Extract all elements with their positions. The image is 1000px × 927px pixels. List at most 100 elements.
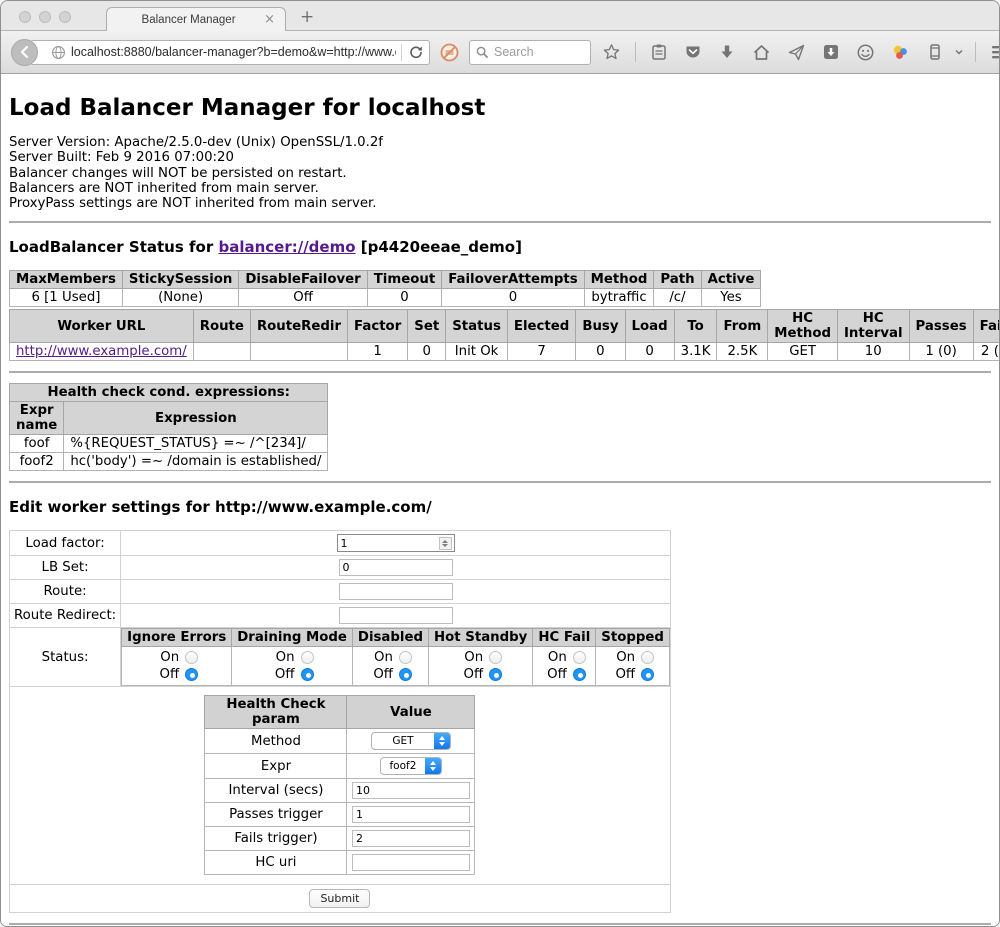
back-button[interactable] bbox=[11, 39, 38, 66]
hc-row-expr: Expr foof2 bbox=[205, 754, 475, 779]
method-select[interactable]: GET bbox=[371, 732, 451, 750]
col-stopped: Stopped bbox=[596, 629, 670, 647]
radio-ignore-errors-on[interactable] bbox=[185, 651, 198, 664]
radio-disabled-on[interactable] bbox=[399, 651, 412, 664]
cell-timeout: 0 bbox=[367, 289, 441, 307]
menu-button[interactable] bbox=[985, 44, 1000, 60]
radio-hot-standby-on[interactable] bbox=[489, 651, 502, 664]
divider bbox=[9, 371, 991, 373]
col-factor: Factor bbox=[348, 310, 408, 343]
worker-url-link[interactable]: http://www.example.com/ bbox=[16, 344, 187, 359]
search-input[interactable] bbox=[494, 45, 584, 59]
minimize-window-button[interactable] bbox=[39, 11, 51, 23]
color-palette-button[interactable] bbox=[886, 43, 915, 62]
radio-stopped-on[interactable] bbox=[641, 651, 654, 664]
loadbalancer-status-heading: LoadBalancer Status for balancer://demo … bbox=[9, 238, 991, 256]
method-selected-value: GET bbox=[372, 735, 434, 747]
passes-label: Passes trigger bbox=[205, 803, 347, 827]
reload-icon bbox=[409, 45, 423, 59]
feedback-smiley-button[interactable] bbox=[851, 43, 880, 62]
cell-expr-name: foof bbox=[10, 435, 64, 453]
search-bar[interactable] bbox=[469, 40, 591, 65]
radio-hc-fail-on[interactable] bbox=[573, 651, 586, 664]
load-factor-stepper[interactable]: 1 bbox=[337, 534, 455, 552]
radio-hot-standby-off[interactable] bbox=[489, 668, 502, 681]
form-row-route: Route: bbox=[10, 580, 671, 604]
cell-routeredir bbox=[250, 343, 347, 361]
reload-button[interactable] bbox=[407, 45, 429, 59]
col-hot-standby: Hot Standby bbox=[429, 629, 533, 647]
balancer-status-table: MaxMembers StickySession DisableFailover… bbox=[9, 270, 761, 307]
route-redirect-label: Route Redirect: bbox=[10, 604, 121, 628]
col-hc-interval: HC Interval bbox=[837, 310, 909, 343]
clipboard-icon bbox=[650, 43, 668, 61]
col-busy: Busy bbox=[576, 310, 625, 343]
tab-close-icon[interactable]: × bbox=[262, 13, 277, 26]
submit-button[interactable]: Submit bbox=[309, 889, 370, 908]
col-draining-mode: Draining Mode bbox=[232, 629, 353, 647]
server-info: Server Version: Apache/2.5.0-dev (Unix) … bbox=[9, 135, 991, 211]
radio-hc-fail-off[interactable] bbox=[573, 668, 586, 681]
divider bbox=[9, 481, 991, 483]
col-to: To bbox=[674, 310, 717, 343]
cell-stickysession: (None) bbox=[122, 289, 238, 307]
cell-expression: hc('body') =~ /domain is established/ bbox=[64, 453, 328, 471]
form-row-load-factor: Load factor: 1 bbox=[10, 531, 671, 556]
health-check-param-table: Health Check param Value Method GET bbox=[204, 695, 475, 875]
close-window-button[interactable] bbox=[19, 11, 31, 23]
col-passes: Passes bbox=[909, 310, 973, 343]
col-ignore-errors: Ignore Errors bbox=[122, 629, 232, 647]
interval-field[interactable] bbox=[352, 782, 470, 799]
url-bar[interactable]: localhost:8880/balancer-manager?b=demo&w… bbox=[30, 40, 430, 65]
tab-balancer-manager[interactable]: Balancer Manager × bbox=[106, 7, 286, 31]
hc-header-row: Health Check param Value bbox=[205, 696, 475, 729]
content-blocked-button[interactable] bbox=[440, 43, 459, 62]
radio-draining-mode-on[interactable] bbox=[301, 651, 314, 664]
device-sync-button[interactable] bbox=[921, 43, 949, 61]
hc-uri-field[interactable] bbox=[352, 854, 470, 871]
blocked-badge-icon bbox=[440, 43, 459, 62]
on-label: On bbox=[369, 649, 393, 666]
window-controls bbox=[19, 11, 71, 23]
fails-field[interactable] bbox=[352, 830, 470, 847]
passes-field[interactable] bbox=[352, 806, 470, 823]
bookmark-star-button[interactable] bbox=[597, 43, 626, 62]
maximize-window-button[interactable] bbox=[59, 11, 71, 23]
downloads-button[interactable] bbox=[713, 43, 741, 61]
lb-set-label: LB Set: bbox=[10, 556, 121, 580]
hamburger-icon bbox=[990, 44, 1000, 60]
home-button[interactable] bbox=[747, 43, 776, 62]
bookmarks-menu-button[interactable] bbox=[645, 43, 673, 61]
radio-draining-mode-off[interactable] bbox=[301, 668, 314, 681]
cell-maxmembers: 6 [1 Used] bbox=[10, 289, 123, 307]
cell-active: Yes bbox=[701, 289, 761, 307]
new-tab-button[interactable]: + bbox=[300, 9, 314, 26]
hc-row-fails: Fails trigger) bbox=[205, 827, 475, 851]
route-redirect-field[interactable] bbox=[339, 607, 453, 624]
expr-select[interactable]: foof2 bbox=[380, 757, 442, 775]
col-load: Load bbox=[625, 310, 674, 343]
panel-download-button[interactable] bbox=[817, 43, 845, 61]
pocket-button[interactable] bbox=[679, 43, 707, 61]
table-header-row: Worker URL Route RouteRedir Factor Set S… bbox=[10, 310, 1000, 343]
cell-to: 3.1K bbox=[674, 343, 717, 361]
url-input[interactable]: localhost:8880/balancer-manager?b=demo&w… bbox=[71, 45, 396, 59]
cell-expr-name: foof2 bbox=[10, 453, 64, 471]
cell-method: bytraffic bbox=[584, 289, 654, 307]
send-tab-button[interactable] bbox=[782, 43, 811, 62]
lb-set-field[interactable] bbox=[339, 559, 453, 576]
balancer-demo-link[interactable]: balancer://demo bbox=[218, 238, 355, 256]
radio-stopped-off[interactable] bbox=[641, 668, 654, 681]
col-hc-method: HC Method bbox=[768, 310, 838, 343]
col-set: Set bbox=[408, 310, 446, 343]
paper-plane-icon bbox=[787, 43, 806, 62]
hc-row-method: Method GET bbox=[205, 729, 475, 754]
number-spinner-icon[interactable] bbox=[439, 537, 452, 550]
radio-disabled-off[interactable] bbox=[399, 668, 412, 681]
radio-ignore-errors-off[interactable] bbox=[185, 668, 198, 681]
edit-worker-form: Load factor: 1 LB Set: Route: Route Redi… bbox=[9, 530, 671, 913]
status-radio-row: On Off On Off On Off bbox=[122, 647, 670, 686]
on-label: On bbox=[155, 649, 179, 666]
overflow-chevron-button[interactable] bbox=[949, 47, 966, 57]
route-field[interactable] bbox=[339, 583, 453, 600]
